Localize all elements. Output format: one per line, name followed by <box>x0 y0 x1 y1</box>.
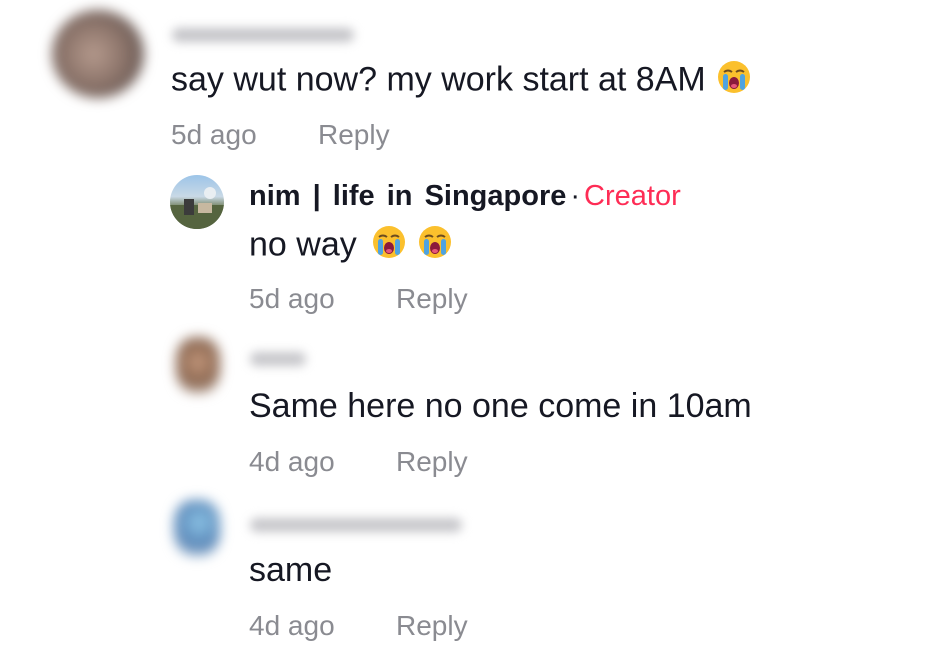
replier-username-blurred[interactable] <box>250 352 306 366</box>
creator-username[interactable]: nim | life in Singapore <box>249 180 566 212</box>
reply-timestamp: 4d ago <box>249 610 335 641</box>
comment-timestamp: 5d ago <box>171 119 257 150</box>
reply-text-content: no way <box>249 225 357 264</box>
replier-username-blurred[interactable] <box>250 518 462 532</box>
reply-button[interactable]: Reply <box>396 445 468 479</box>
comment-text: say wut now? my work start at 8AM <box>171 59 752 104</box>
reply-item-2: Same here no one come in 10am 4d ago Rep… <box>0 325 937 485</box>
reply-text: same <box>249 551 333 589</box>
reply-item-creator: nim | life in Singapore·Creator no way <box>0 160 937 320</box>
comment-item-1: say wut now? my work start at 8AM 5d ago… <box>0 0 937 160</box>
commenter-username-blurred[interactable] <box>172 28 354 42</box>
creator-avatar-scene <box>170 187 224 229</box>
reply-timestamp: 4d ago <box>249 446 335 477</box>
creator-avatar[interactable] <box>170 175 224 229</box>
replier-avatar[interactable] <box>176 337 220 393</box>
reply-text: Same here no one come in 10am <box>249 387 752 425</box>
reply-author-line: nim | life in Singapore · Creator <box>249 179 681 213</box>
reply-button[interactable]: Reply <box>396 609 468 643</box>
reply-button[interactable]: Reply <box>396 282 468 316</box>
replier-avatar[interactable] <box>174 500 220 556</box>
loudly-crying-face-icon <box>716 59 752 104</box>
creator-badge: Creator <box>584 180 681 212</box>
reply-button[interactable]: Reply <box>318 118 390 152</box>
separator-dot: · <box>570 180 581 212</box>
reply-item-3: same 4d ago Reply <box>0 488 937 648</box>
reply-text: no way <box>249 224 453 269</box>
loudly-crying-face-icon <box>417 224 453 269</box>
reply-timestamp: 5d ago <box>249 283 335 314</box>
loudly-crying-face-icon <box>371 224 407 269</box>
comment-text-content: say wut now? my work start at 8AM <box>171 60 706 99</box>
commenter-avatar[interactable] <box>52 10 144 98</box>
